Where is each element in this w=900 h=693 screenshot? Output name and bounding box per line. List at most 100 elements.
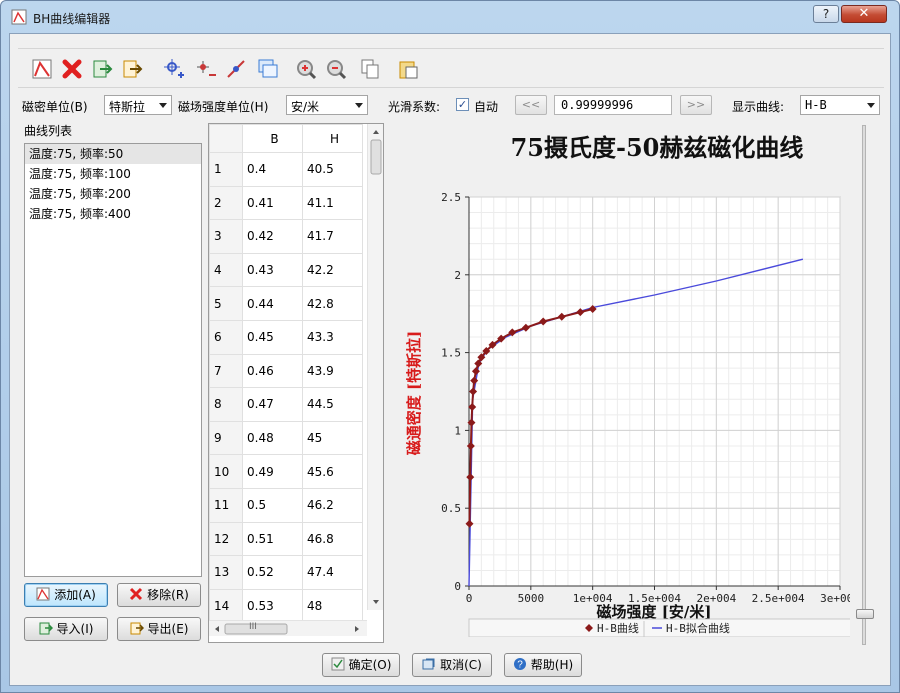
cell-h[interactable]: 45.6 — [302, 454, 363, 489]
add-button[interactable]: 添加(A) — [24, 583, 108, 607]
auto-checkbox[interactable]: ✓ — [456, 98, 469, 111]
display-curve-select[interactable]: H-B — [800, 95, 880, 115]
table-row[interactable]: 2 0.41 41.1 — [209, 185, 363, 221]
toolbar-button-paste[interactable] — [396, 57, 420, 81]
cell-h[interactable]: 46.8 — [302, 521, 363, 557]
cell-h[interactable]: 41.1 — [302, 185, 363, 221]
table-row[interactable]: 13 0.52 47.4 — [209, 555, 363, 590]
curve-list-item[interactable]: 温度:75, 频率:100 — [25, 164, 201, 184]
cell-b[interactable]: 0.4 — [242, 152, 303, 187]
table-row[interactable]: 5 0.44 42.8 — [209, 286, 363, 321]
remove-button[interactable]: 移除(R) — [117, 583, 201, 607]
ok-button[interactable]: 确定(O) — [322, 653, 400, 677]
toolbar-button-new-curve[interactable] — [30, 57, 54, 81]
row-number[interactable]: 3 — [209, 219, 243, 254]
cell-h[interactable]: 41.7 — [302, 219, 363, 254]
cell-b[interactable]: 0.46 — [242, 353, 303, 389]
row-number[interactable]: 1 — [209, 152, 243, 187]
cell-h[interactable]: 45 — [302, 420, 363, 456]
grid-horizontal-scrollbar[interactable]: III — [209, 620, 367, 636]
table-row[interactable]: 1 0.4 40.5 — [209, 152, 363, 187]
row-number[interactable]: 7 — [209, 353, 243, 389]
scroll-up-icon[interactable] — [373, 130, 379, 134]
scroll-down-icon[interactable] — [373, 600, 379, 604]
close-button[interactable]: ✕ — [841, 5, 887, 23]
table-row[interactable]: 8 0.47 44.5 — [209, 387, 363, 422]
curve-list-item[interactable]: 温度:75, 频率:200 — [25, 184, 201, 204]
toolbar-button-zoom-out[interactable] — [324, 57, 348, 81]
help-title-button[interactable]: ? — [813, 5, 839, 23]
scroll-right-icon[interactable] — [355, 626, 359, 632]
zoom-slider-track[interactable] — [862, 125, 866, 645]
toolbar-button-export[interactable] — [120, 57, 144, 81]
table-row[interactable]: 6 0.45 43.3 — [209, 319, 363, 355]
smooth-value-input[interactable]: 0.99999996 — [554, 95, 672, 115]
scroll-left-icon[interactable] — [215, 626, 219, 632]
cell-b[interactable]: 0.5 — [242, 487, 303, 523]
cell-b[interactable]: 0.44 — [242, 286, 303, 321]
cell-b[interactable]: 0.47 — [242, 387, 303, 422]
row-number[interactable]: 8 — [209, 387, 243, 422]
cell-b[interactable]: 0.51 — [242, 521, 303, 557]
scroll-thumb[interactable] — [370, 139, 382, 175]
row-number[interactable]: 13 — [209, 555, 243, 590]
cell-h[interactable]: 43.9 — [302, 353, 363, 389]
cell-h[interactable]: 47.4 — [302, 555, 363, 590]
toolbar-button-edit-point[interactable] — [224, 57, 248, 81]
table-row[interactable]: 3 0.42 41.7 — [209, 219, 363, 254]
table-row[interactable]: 9 0.48 45 — [209, 420, 363, 456]
table-row[interactable]: 12 0.51 46.8 — [209, 521, 363, 557]
cell-b[interactable]: 0.42 — [242, 219, 303, 254]
cell-b[interactable]: 0.52 — [242, 555, 303, 590]
toolbar-button-copy[interactable] — [358, 57, 382, 81]
toolbar-button-add-point[interactable] — [162, 57, 186, 81]
curve-list-item[interactable]: 温度:75, 频率:400 — [25, 204, 201, 224]
cancel-button[interactable]: 取消(C) — [412, 653, 492, 677]
toolbar-button-import[interactable] — [90, 57, 114, 81]
row-number[interactable]: 14 — [209, 588, 243, 624]
row-number[interactable]: 12 — [209, 521, 243, 557]
cell-b[interactable]: 0.49 — [242, 454, 303, 489]
curve-list[interactable]: 温度:75, 频率:50 温度:75, 频率:100 温度:75, 频率:200 温度… — [24, 143, 202, 577]
toolbar-button-delete[interactable] — [60, 57, 84, 81]
table-row[interactable]: 7 0.46 43.9 — [209, 353, 363, 389]
toolbar-button-zoom[interactable] — [294, 57, 318, 81]
row-number[interactable]: 5 — [209, 286, 243, 321]
row-number[interactable]: 10 — [209, 454, 243, 489]
column-header-h[interactable]: H — [302, 124, 363, 153]
cell-h[interactable]: 48 — [302, 588, 363, 624]
cell-b[interactable]: 0.45 — [242, 319, 303, 355]
h-unit-select[interactable]: 安/米 — [286, 95, 368, 115]
column-header-b[interactable]: B — [242, 124, 303, 153]
cell-b[interactable]: 0.43 — [242, 252, 303, 288]
row-number[interactable]: 9 — [209, 420, 243, 456]
cell-h[interactable]: 42.8 — [302, 286, 363, 321]
cell-b[interactable]: 0.48 — [242, 420, 303, 456]
row-number[interactable]: 11 — [209, 487, 243, 523]
toolbar-button-copy-window[interactable] — [256, 57, 280, 81]
table-row[interactable]: 14 0.53 48 — [209, 588, 363, 624]
row-number[interactable]: 2 — [209, 185, 243, 221]
cell-b[interactable]: 0.53 — [242, 588, 303, 624]
zoom-slider-thumb[interactable] — [856, 609, 874, 619]
cell-h[interactable]: 43.3 — [302, 319, 363, 355]
cell-b[interactable]: 0.41 — [242, 185, 303, 221]
bh-data-grid[interactable]: B H 1 0.4 40.5 2 0.41 41.1 3 0.42 41.7 4 0.43 42.2 5… — [208, 123, 384, 643]
help-button[interactable]: ? 帮助(H) — [504, 653, 582, 677]
b-unit-select[interactable]: 特斯拉 — [104, 95, 172, 115]
table-row[interactable]: 10 0.49 45.6 — [209, 454, 363, 489]
toolbar-button-remove-point[interactable] — [194, 57, 218, 81]
import-button[interactable]: 导入(I) — [24, 617, 108, 641]
cell-h[interactable]: 42.2 — [302, 252, 363, 288]
row-number[interactable]: 6 — [209, 319, 243, 355]
curve-list-item[interactable]: 温度:75, 频率:50 — [25, 144, 201, 164]
prev-button[interactable]: << — [515, 95, 547, 115]
row-number[interactable]: 4 — [209, 252, 243, 288]
cell-h[interactable]: 40.5 — [302, 152, 363, 187]
cell-h[interactable]: 44.5 — [302, 387, 363, 422]
table-row[interactable]: 4 0.43 42.2 — [209, 252, 363, 288]
grid-vertical-scrollbar[interactable] — [367, 124, 383, 610]
next-button[interactable]: >> — [680, 95, 712, 115]
export-button[interactable]: 导出(E) — [117, 617, 201, 641]
title-bar[interactable]: BH曲线编辑器 ? ✕ — [1, 1, 899, 33]
